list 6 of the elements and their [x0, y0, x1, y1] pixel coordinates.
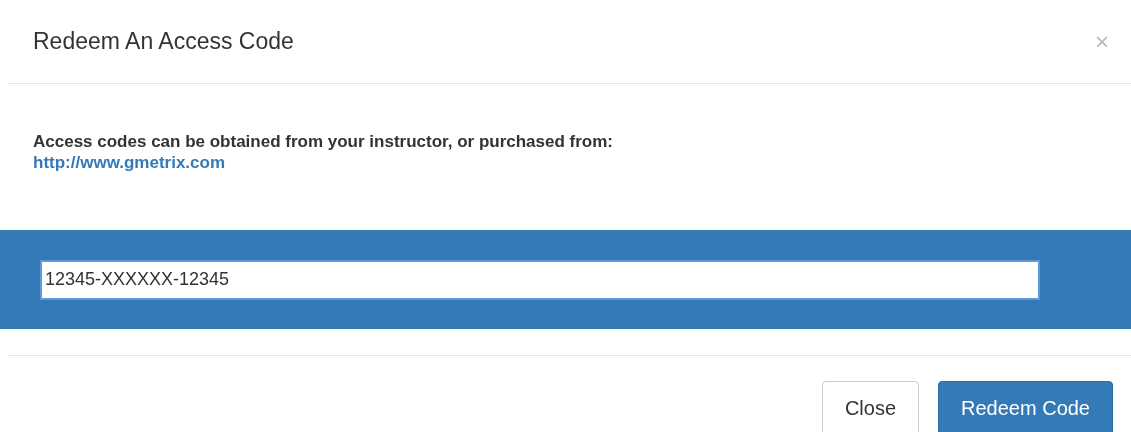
access-code-field[interactable]: 12345-XXXXXX-12345: [40, 259, 1040, 300]
redeem-button[interactable]: Redeem Code: [938, 381, 1113, 432]
dialog-title: Redeem An Access Code: [33, 28, 294, 55]
website-link[interactable]: http://www.gmetrix.com: [33, 152, 226, 174]
instruction-text: Access codes can be obtained from your instructor, or purchased from:: [33, 132, 615, 152]
close-button[interactable]: Close: [821, 381, 920, 432]
